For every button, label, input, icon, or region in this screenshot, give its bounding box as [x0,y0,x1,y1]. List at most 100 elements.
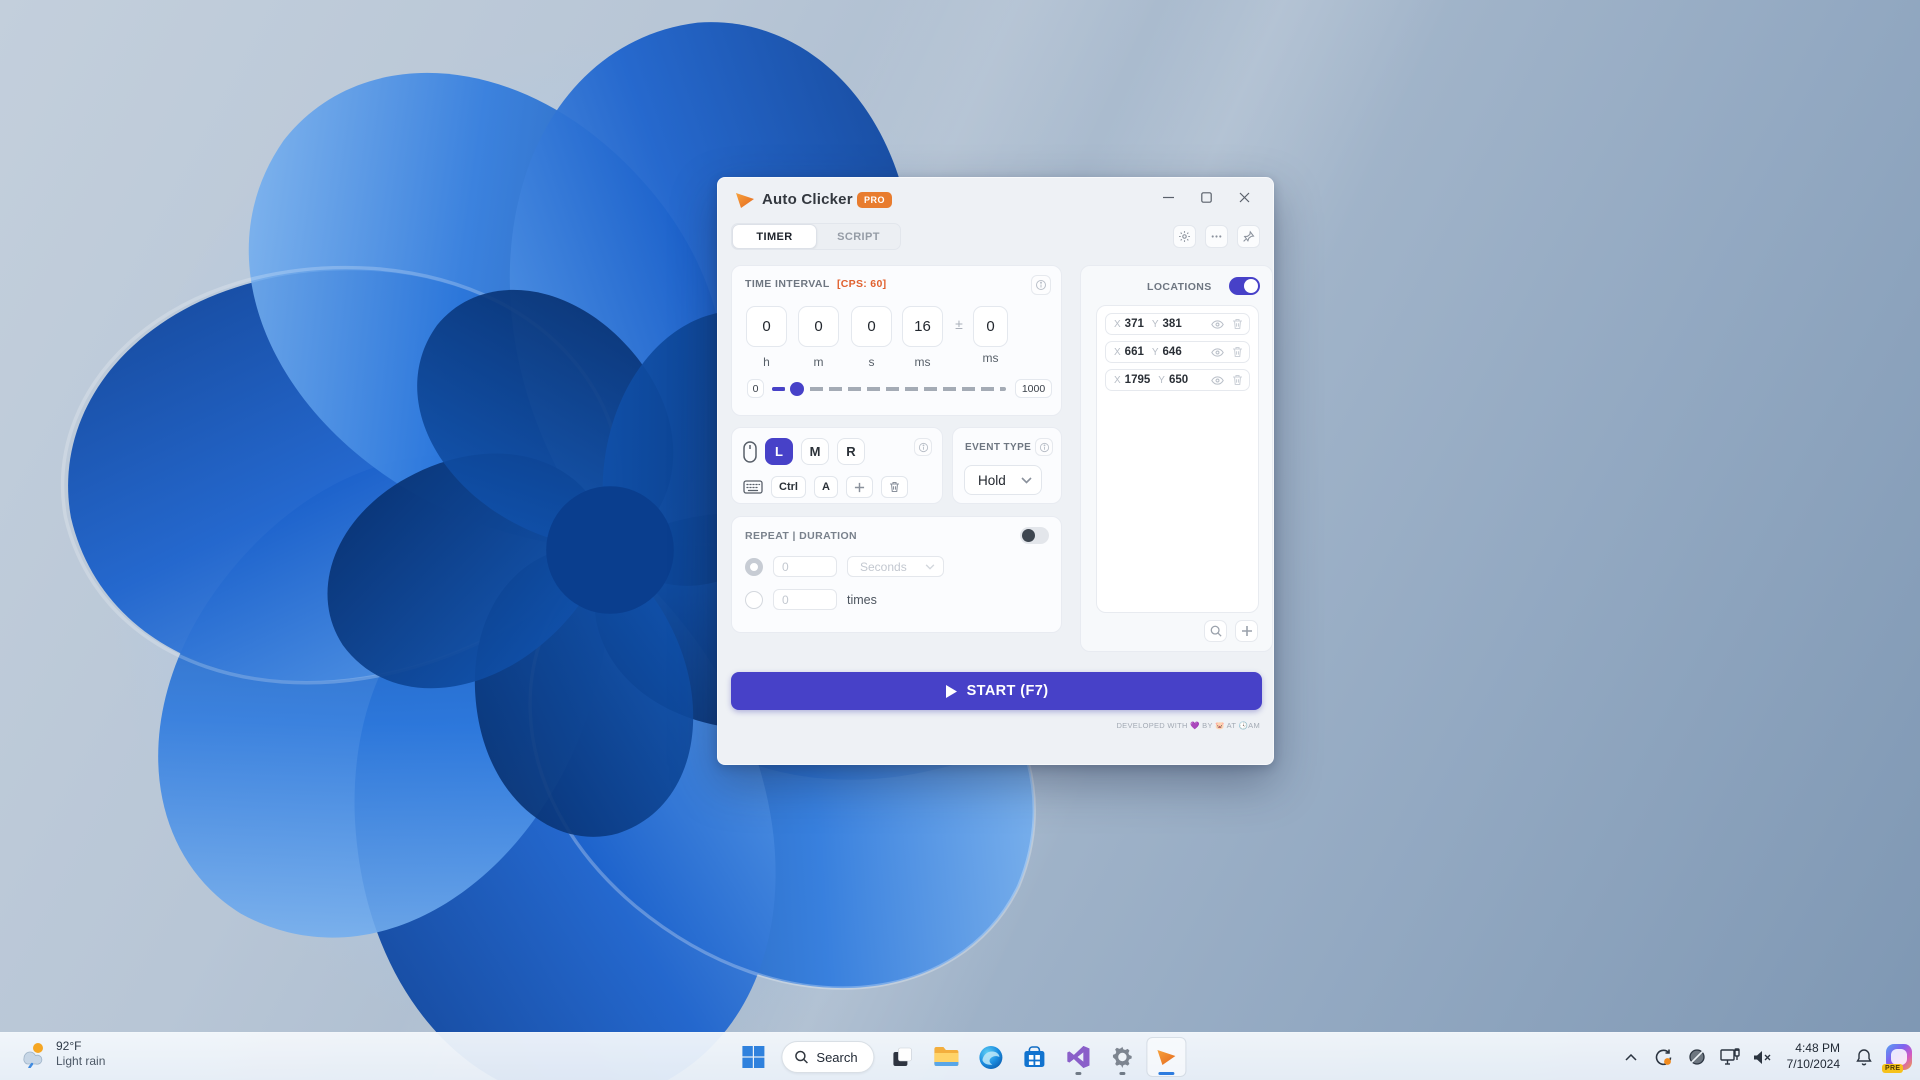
repeat-toggle[interactable] [1020,527,1049,544]
random-millis-input[interactable]: 0 [973,306,1008,347]
taskbar-clock[interactable]: 4:48 PM 7/10/2024 [1787,1041,1840,1072]
edge-icon [978,1045,1003,1070]
mouse-left-button[interactable]: L [765,438,793,465]
more-options-button[interactable] [1205,225,1228,248]
location-row[interactable]: X 661 Y 646 [1105,341,1250,363]
interval-slider[interactable] [772,387,1006,391]
mouse-info-button[interactable] [914,438,932,456]
count-value-input[interactable]: 0 [773,589,837,610]
delete-location-button[interactable] [1232,318,1243,330]
delete-location-button[interactable] [1232,374,1243,386]
preview-location-button[interactable] [1211,376,1224,385]
maximize-button[interactable] [1187,184,1225,210]
location-y-value: 646 [1163,346,1182,358]
window-title: Auto Clicker [762,191,853,208]
duration-unit-select[interactable]: Seconds [847,556,944,577]
mouse-middle-button[interactable]: M [801,438,829,465]
eye-icon [1211,348,1224,357]
task-view-button[interactable] [883,1037,923,1077]
slider-fill [772,387,785,391]
running-indicator [1120,1072,1126,1075]
y-axis-label: Y [1152,319,1159,330]
locations-toggle-knob [1244,279,1258,293]
preview-location-button[interactable] [1211,320,1224,329]
visual-studio-icon [1067,1045,1091,1069]
hotkey-a-button[interactable]: A [814,476,838,498]
windows-start-icon [741,1045,765,1069]
location-row[interactable]: X 1795 Y 650 [1105,369,1250,391]
info-icon [918,442,929,453]
minutes-unit-label: m [798,355,839,369]
hours-input[interactable]: 0 [746,306,787,347]
settings-button-taskbar[interactable] [1103,1037,1143,1077]
keyboard-icon [743,480,763,494]
mouse-right-button[interactable]: R [837,438,865,465]
locations-label: LOCATIONS [1147,281,1212,293]
tray-date: 7/10/2024 [1787,1057,1840,1073]
file-explorer-button[interactable] [927,1037,967,1077]
start-button[interactable]: START (F7) [731,672,1262,710]
delete-location-button[interactable] [1232,346,1243,358]
locations-toggle[interactable] [1229,277,1260,295]
taskbar: 92°F Light rain Search [0,1032,1920,1080]
weather-icon [18,1040,48,1068]
taskbar-search[interactable]: Search [781,1041,874,1073]
hotkey-ctrl-button[interactable]: Ctrl [771,476,806,498]
pin-button[interactable] [1237,225,1260,248]
tab-script[interactable]: SCRIPT [817,224,900,249]
maximize-icon [1201,192,1212,203]
clear-hotkeys-button[interactable] [881,476,908,498]
desktop: Auto Clicker PRO TIMER SCRIPT [0,0,1920,1080]
visual-studio-button[interactable] [1059,1037,1099,1077]
weather-temperature: 92°F [56,1039,105,1054]
tab-timer[interactable]: TIMER [732,224,817,249]
sync-status-button[interactable] [1653,1045,1675,1069]
event-type-info-button[interactable] [1035,438,1053,456]
minutes-input[interactable]: 0 [798,306,839,347]
close-button[interactable] [1225,184,1263,210]
volume-button[interactable] [1752,1045,1774,1069]
slider-min-value: 0 [747,379,764,398]
network-status-button[interactable] [1719,1045,1741,1069]
sync-pending-icon [1654,1048,1673,1067]
location-row[interactable]: X 371 Y 381 [1105,313,1250,335]
plus-icon [854,482,865,493]
millis-input[interactable]: 16 [902,306,943,347]
settings-button[interactable] [1173,225,1196,248]
start-menu-button[interactable] [733,1037,773,1077]
edge-browser-button[interactable] [971,1037,1011,1077]
auto-clicker-taskbar-button[interactable] [1147,1037,1187,1077]
y-axis-label: Y [1152,347,1159,358]
minimize-button[interactable] [1149,184,1187,210]
add-location-button[interactable] [1235,620,1258,642]
seconds-input[interactable]: 0 [851,306,892,347]
count-radio[interactable] [745,591,763,609]
tray-expand-button[interactable] [1620,1045,1642,1069]
event-type-card: EVENT TYPE Hold [952,427,1062,504]
pin-icon [1242,230,1255,243]
close-icon [1239,192,1250,203]
pick-location-button[interactable] [1204,620,1227,642]
info-icon [1039,442,1050,453]
auto-clicker-icon [1155,1045,1179,1069]
weather-widget[interactable]: 92°F Light rain [10,1037,113,1071]
slider-thumb[interactable] [790,382,804,396]
trash-icon [889,481,900,493]
time-interval-info-button[interactable] [1031,275,1051,295]
duration-unit-value: Seconds [860,560,907,574]
copilot-button[interactable]: PRE [1886,1044,1912,1070]
ethernet-monitor-icon [1720,1048,1740,1066]
notifications-button[interactable] [1853,1045,1875,1069]
microsoft-store-button[interactable] [1015,1037,1055,1077]
duration-value-input[interactable]: 0 [773,556,837,577]
running-indicator [1076,1072,1082,1075]
duration-radio[interactable] [745,558,763,576]
add-hotkey-button[interactable] [846,476,873,498]
bell-icon [1856,1048,1872,1066]
seconds-unit-label: s [851,355,892,369]
privacy-slash-button[interactable] [1686,1045,1708,1069]
eye-icon [1211,376,1224,385]
developer-credit: DEVELOPED WITH 💜 BY 🐷 AT 🕓AM [1116,721,1260,730]
preview-location-button[interactable] [1211,348,1224,357]
event-type-select[interactable]: Hold [964,465,1042,495]
